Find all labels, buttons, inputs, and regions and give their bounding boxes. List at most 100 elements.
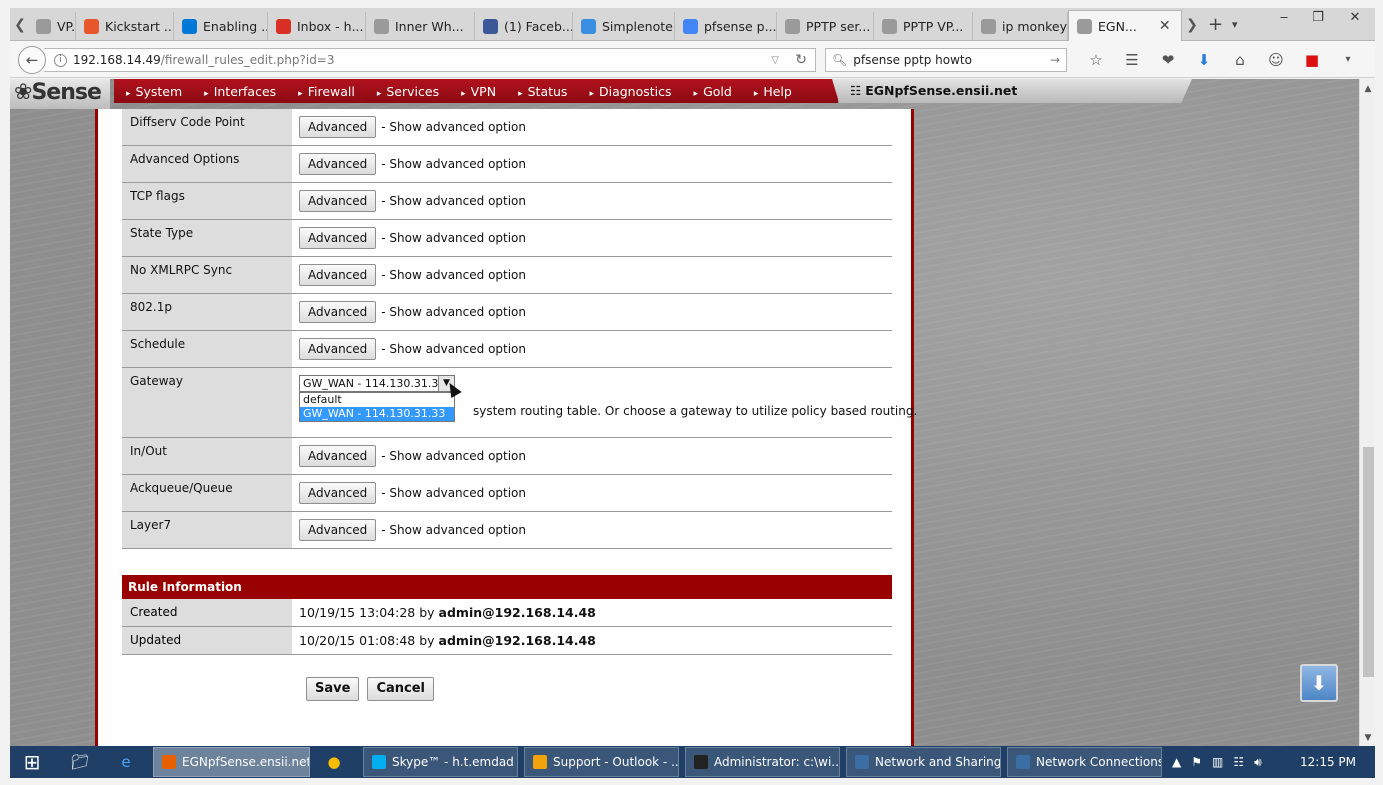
advanced-button[interactable]: Advanced <box>299 338 377 360</box>
outlook-icon <box>533 755 547 769</box>
browser-tab[interactable]: Inbox - h... <box>268 12 366 40</box>
row-label: Layer7 <box>122 512 292 548</box>
menu-item-status[interactable]: Status <box>518 84 568 99</box>
show-hidden-icons-icon[interactable]: ▲ <box>1172 755 1181 769</box>
volume-icon[interactable]: 🔊︎ <box>1254 755 1262 770</box>
chrome-icon[interactable]: ● <box>312 746 356 778</box>
reading-list-icon[interactable]: ☰ <box>1114 50 1150 70</box>
menu-item-interfaces[interactable]: Interfaces <box>204 84 276 99</box>
close-tab-icon[interactable]: ✕ <box>1159 18 1171 34</box>
pocket-icon[interactable]: ❤ <box>1150 50 1186 70</box>
reload-icon[interactable]: ↻ <box>795 52 807 68</box>
menu-item-help[interactable]: Help <box>754 84 792 99</box>
scroll-down-button[interactable]: ⬇ <box>1300 664 1338 702</box>
taskbar-item[interactable]: Skype™ - h.t.emdad <box>363 747 518 777</box>
search-input[interactable]: pfsense pptp howto <box>853 53 972 67</box>
new-tab-icon[interactable]: + <box>1208 14 1223 36</box>
search-go-icon[interactable]: → <box>1050 53 1060 67</box>
bookmark-star-icon[interactable]: ☆ <box>1078 50 1114 70</box>
browser-tab[interactable]: Kickstart ... <box>76 12 174 40</box>
scroll-down-icon[interactable]: ▼ <box>1360 730 1376 746</box>
restore-icon[interactable]: ❐ <box>1301 8 1335 30</box>
file-explorer-icon[interactable]: 📁︎ <box>58 746 102 778</box>
gmail-icon <box>276 18 291 34</box>
row-value: Advanced - Show advanced option <box>299 338 526 360</box>
menu-item-diagnostics[interactable]: Diagnostics <box>589 84 672 99</box>
menu-item-firewall[interactable]: Firewall <box>298 84 355 99</box>
page-viewport: ❀Sense System Interfaces Firewall Services V… <box>10 79 1359 746</box>
advanced-button[interactable]: Advanced <box>299 153 377 175</box>
menu-item-services[interactable]: Services <box>377 84 439 99</box>
minimize-icon[interactable]: ‒ <box>1267 8 1301 30</box>
save-button[interactable]: Save <box>306 677 360 701</box>
updated-value: 10/20/15 01:08:48 by admin@192.168.14.48 <box>299 633 596 648</box>
extension-dropdown-icon[interactable]: ▾ <box>1330 50 1366 70</box>
advanced-button[interactable]: Advanced <box>299 482 377 504</box>
taskbar-item[interactable]: Network Connections <box>1007 747 1162 777</box>
clock[interactable]: 12:15 PM <box>1300 746 1356 778</box>
tab-scroll-right-icon[interactable]: ❯ <box>1184 14 1200 36</box>
menu-item-system[interactable]: System <box>126 84 183 99</box>
cancel-button[interactable]: Cancel <box>367 677 434 701</box>
advanced-button[interactable]: Advanced <box>299 264 377 286</box>
windows-start-icon[interactable]: ⊞ <box>10 746 54 778</box>
hostname-banner: ☷ EGNpfSense.ensii.net <box>832 79 1192 103</box>
row-value: Advanced - Show advanced option <box>299 190 526 212</box>
taskbar-item[interactable]: Support - Outlook - ... <box>524 747 679 777</box>
menu-item-gold[interactable]: Gold <box>694 84 732 99</box>
pfsense-logo[interactable]: ❀Sense <box>10 79 110 109</box>
browser-tab[interactable]: PPTP VP... <box>874 12 973 40</box>
row-label: Advanced Options <box>122 146 292 182</box>
browser-tab[interactable]: VP... <box>28 12 76 40</box>
close-window-icon[interactable]: ✕ <box>1335 8 1375 30</box>
browser-tab[interactable]: pfsense p... <box>675 12 777 40</box>
menu-icon[interactable]: ≡ <box>1370 50 1383 70</box>
address-bar[interactable]: i 192.168.14.49/firewall_rules_edit.php?… <box>44 48 816 72</box>
tab-scroll-left-icon[interactable]: ❮ <box>12 14 28 36</box>
history-dropdown-icon[interactable]: ▽ <box>771 55 779 66</box>
browser-tab[interactable]: Enabling ... <box>174 12 268 40</box>
form-row-802-1p: 802.1p Advanced - Show advanced option <box>122 294 892 331</box>
advanced-button[interactable]: Advanced <box>299 116 377 138</box>
browser-tab[interactable]: Simplenote <box>573 12 675 40</box>
updated-time: 10/20/15 01:08:48 by <box>299 633 435 648</box>
taskbar-item[interactable]: Administrator: c:\wi... <box>685 747 840 777</box>
browser-tab[interactable]: PPTP ser... <box>777 12 874 40</box>
internet-explorer-icon[interactable]: e <box>104 746 148 778</box>
home-icon[interactable]: ⌂ <box>1222 50 1258 70</box>
hello-icon[interactable]: ☺ <box>1258 50 1294 70</box>
network-connections-icon <box>1016 755 1030 769</box>
scroll-up-icon[interactable]: ▲ <box>1360 81 1376 97</box>
vertical-scrollbar[interactable]: ▲ ▼ <box>1359 79 1375 746</box>
taskbar-item[interactable]: EGNpfSense.ensii.net... <box>153 747 310 777</box>
back-button[interactable]: ← <box>18 46 46 74</box>
gateway-option[interactable]: default <box>300 393 454 407</box>
network-tray-icon[interactable]: ☷ <box>1233 755 1244 769</box>
site-info-icon[interactable]: i <box>54 53 67 67</box>
advanced-button[interactable]: Advanced <box>299 227 377 249</box>
advanced-description: - Show advanced option <box>381 342 527 356</box>
browser-tab[interactable]: (1) Faceb... <box>475 12 573 40</box>
advanced-button[interactable]: Advanced <box>299 519 377 541</box>
rule-information-title: Rule Information <box>122 575 892 599</box>
advanced-button[interactable]: Advanced <box>299 190 377 212</box>
created-label: Created <box>122 599 292 626</box>
menu-item-vpn[interactable]: VPN <box>461 84 496 99</box>
skype-icon <box>372 755 386 769</box>
gateway-option[interactable]: GW_WAN - 114.130.31.33 <box>300 407 454 421</box>
search-bar[interactable]: 🔍︎ pfsense pptp howto → <box>825 48 1067 72</box>
taskbar-item[interactable]: Network and Sharing... <box>846 747 1001 777</box>
tab-list-icon[interactable]: ▾ <box>1232 14 1238 36</box>
action-center-icon[interactable]: ⚑ <box>1191 755 1202 769</box>
browser-tab[interactable]: Inner Wh... <box>366 12 475 40</box>
row-value: Advanced - Show advanced option <box>299 264 526 286</box>
scrollbar-thumb[interactable] <box>1363 447 1374 677</box>
extension-s-icon[interactable]: ■ <box>1294 50 1330 70</box>
browser-tab[interactable]: EGN... ✕ <box>1068 10 1182 41</box>
advanced-button[interactable]: Advanced <box>299 445 377 467</box>
downloads-icon[interactable]: ⬇ <box>1186 50 1222 70</box>
gateway-select[interactable]: GW_WAN - 114.130.31.33 ▼ <box>299 375 455 392</box>
browser-tab[interactable]: ip monkey <box>973 12 1068 40</box>
device-icon[interactable]: ▥ <box>1212 755 1223 769</box>
advanced-button[interactable]: Advanced <box>299 301 377 323</box>
